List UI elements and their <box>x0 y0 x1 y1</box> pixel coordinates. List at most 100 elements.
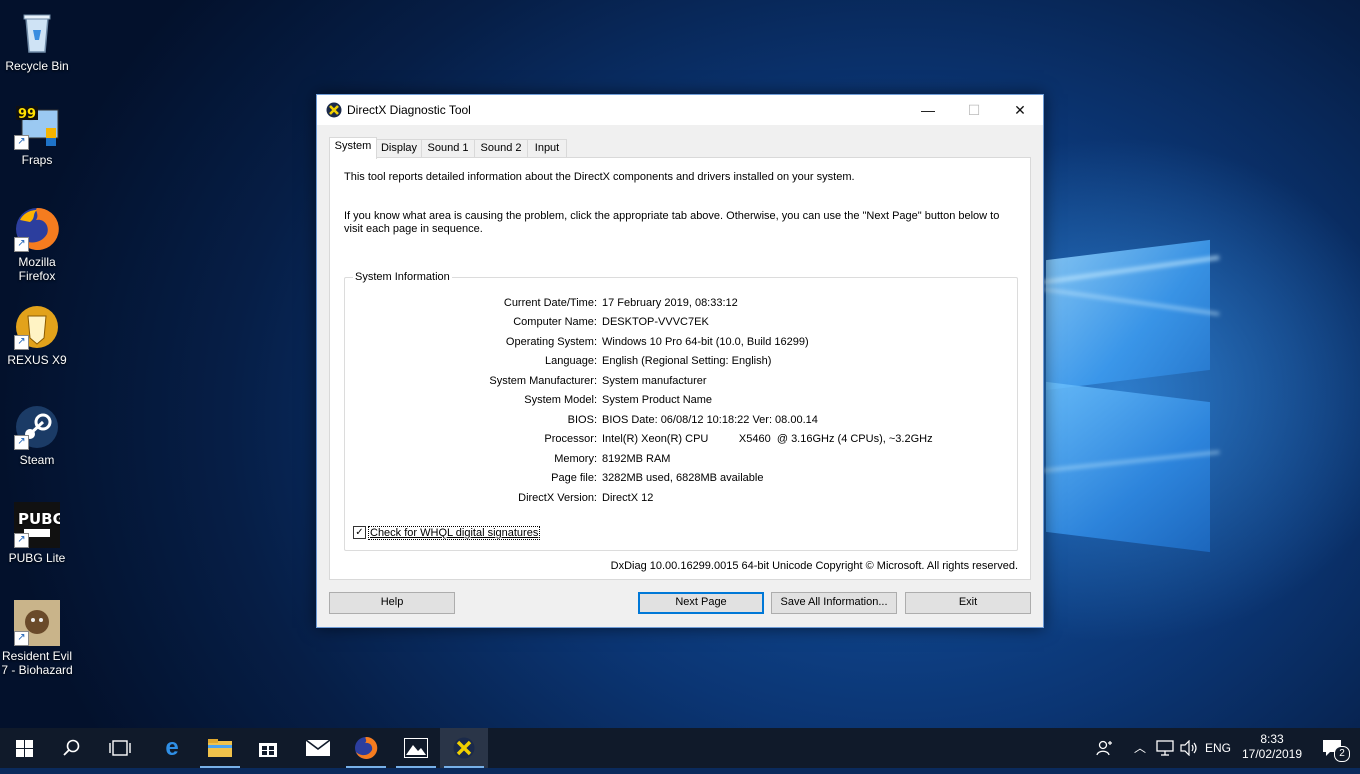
info-label: Current Date/Time: <box>503 297 597 309</box>
desktop-icon-fraps[interactable]: 99 ↗ Fraps <box>0 104 74 167</box>
search-icon <box>63 739 80 756</box>
desktop-icon-label: Mozilla Firefox <box>18 255 56 283</box>
info-row-bios: BIOS: BIOS Date: 06/08/12 10:18:22 Ver: … <box>345 414 1017 428</box>
tab-display[interactable]: Display <box>376 139 422 158</box>
tab-system[interactable]: System <box>329 137 377 159</box>
task-view-button[interactable] <box>96 728 144 768</box>
taskbar-firefox[interactable] <box>342 728 390 768</box>
minimize-button[interactable]: — <box>905 95 951 125</box>
close-button[interactable]: ✕ <box>997 95 1043 125</box>
tab-input[interactable]: Input <box>527 139 567 158</box>
info-value: Windows 10 Pro 64-bit (10.0, Build 16299… <box>602 336 809 348</box>
taskbar-dxdiag[interactable] <box>440 728 488 768</box>
search-button[interactable] <box>48 728 96 768</box>
store-icon <box>259 743 277 757</box>
start-icon <box>15 740 33 757</box>
info-row-os: Operating System: Windows 10 Pro 64-bit … <box>345 336 1017 350</box>
mail-icon <box>305 739 331 756</box>
clock-date: 17/02/2019 <box>1241 747 1303 761</box>
info-row-memory: Memory: 8192MB RAM <box>345 453 1017 467</box>
language-indicator[interactable]: ENG <box>1204 728 1232 768</box>
info-label: Memory: <box>554 453 597 465</box>
whql-checkbox-label[interactable]: Check for WHQL digital signatures <box>368 526 541 540</box>
firefox-icon: ↗ <box>14 206 60 252</box>
desktop-icon-label: Fraps <box>21 153 53 167</box>
notification-badge: 2 <box>1334 746 1350 762</box>
taskbar-store[interactable] <box>244 728 292 768</box>
desktop-icon-label: Recycle Bin <box>5 59 69 73</box>
volume-button[interactable] <box>1178 728 1200 768</box>
exit-button[interactable]: Exit <box>905 592 1031 614</box>
svg-text:PUBG: PUBG <box>18 510 60 528</box>
action-center-button[interactable]: 2 <box>1312 728 1352 768</box>
system-tab-panel: This tool reports detailed information a… <box>329 157 1031 580</box>
desktop-icon-resident-evil[interactable]: ↗ Resident Evil 7 - Biohazard <box>0 600 74 677</box>
photos-icon <box>404 738 428 758</box>
pubg-icon: PUBG ↗ <box>14 502 65 548</box>
save-all-information-button[interactable]: Save All Information... <box>771 592 897 614</box>
taskbar-file-explorer[interactable] <box>196 728 244 768</box>
info-row-datetime: Current Date/Time: 17 February 2019, 08:… <box>345 297 1017 311</box>
dxdiag-window: DirectX Diagnostic Tool — ☐ ✕ System Dis… <box>316 94 1044 628</box>
maximize-button[interactable]: ☐ <box>951 95 997 125</box>
show-hidden-icons-button[interactable]: ︿ <box>1130 728 1150 768</box>
info-row-model: System Model: System Product Name <box>345 394 1017 408</box>
next-page-button[interactable]: Next Page <box>638 592 764 614</box>
edge-icon: e <box>165 734 179 761</box>
start-button[interactable] <box>0 728 48 768</box>
network-icon <box>1156 740 1174 756</box>
taskbar-mail[interactable] <box>294 728 342 768</box>
steam-icon: ↗ <box>14 404 60 450</box>
info-label: DirectX Version: <box>518 492 597 504</box>
info-row-computer-name: Computer Name: DESKTOP-VVVC7EK <box>345 316 1017 330</box>
taskbar-photos[interactable] <box>392 728 440 768</box>
info-label: System Manufacturer: <box>489 375 597 387</box>
desktop-icon-label: Resident Evil 7 - Biohazard <box>1 649 73 677</box>
intro-text: This tool reports detailed information a… <box>344 171 855 183</box>
shortcut-arrow-icon: ↗ <box>14 533 29 548</box>
info-label: Language: <box>545 355 597 367</box>
desktop-icon-recycle-bin[interactable]: Recycle Bin <box>0 10 74 73</box>
info-label: Page file: <box>551 472 597 484</box>
clock-time: 8:33 <box>1260 732 1284 746</box>
system-information-group: System Information Current Date/Time: 17… <box>344 271 1018 551</box>
info-value: System manufacturer <box>602 375 707 387</box>
help-button[interactable]: Help <box>329 592 455 614</box>
tab-sound-1[interactable]: Sound 1 <box>421 139 475 158</box>
recycle-bin-icon <box>14 10 60 56</box>
rexus-icon: ↗ <box>14 304 60 350</box>
checkbox-check-icon[interactable]: ✓ <box>353 526 366 539</box>
shortcut-arrow-icon: ↗ <box>14 435 29 450</box>
desktop-icon-rexus[interactable]: ↗ REXUS X9 <box>0 304 74 367</box>
desktop-icon-steam[interactable]: ↗ Steam <box>0 404 74 467</box>
info-value: Intel(R) Xeon(R) CPU X5460 @ 3.16GHz (4 … <box>602 433 933 445</box>
info-label: BIOS: <box>567 414 597 426</box>
dxdiag-icon <box>453 737 475 759</box>
fraps-icon: 99 ↗ <box>14 104 60 150</box>
info-value: 8192MB RAM <box>602 453 671 465</box>
info-value: English (Regional Setting: English) <box>602 355 772 367</box>
info-value: DESKTOP-VVVC7EK <box>602 316 709 328</box>
instructions-text-line2: visit each page in sequence. <box>344 223 483 235</box>
desktop-icon-firefox[interactable]: ↗ Mozilla Firefox <box>0 206 74 283</box>
info-value: 3282MB used, 6828MB available <box>602 472 764 484</box>
info-value: System Product Name <box>602 394 713 406</box>
info-value: 17 February 2019, 08:33:12 <box>602 297 738 309</box>
taskbar-edge[interactable]: e <box>148 728 196 768</box>
network-button[interactable] <box>1154 728 1176 768</box>
title-bar[interactable]: DirectX Diagnostic Tool — ☐ ✕ <box>317 95 1043 125</box>
desktop-icon-pubg[interactable]: PUBG ↗ PUBG Lite <box>0 502 74 565</box>
chevron-up-icon: ︿ <box>1133 741 1146 755</box>
info-row-processor: Processor: Intel(R) Xeon(R) CPU X5460 @ … <box>345 433 1017 447</box>
people-button[interactable] <box>1094 728 1116 768</box>
dxdiag-icon <box>326 102 342 121</box>
info-label: Processor: <box>544 433 597 445</box>
info-value: BIOS Date: 06/08/12 10:18:22 Ver: 08.00.… <box>602 414 818 426</box>
firefox-icon <box>355 736 378 759</box>
clock[interactable]: 8:33 17/02/2019 <box>1240 728 1304 768</box>
desktop-icon-label: Steam <box>19 453 55 467</box>
info-label: System Model: <box>524 394 597 406</box>
info-value: DirectX 12 <box>602 492 654 504</box>
shortcut-arrow-icon: ↗ <box>14 135 29 150</box>
tab-sound-2[interactable]: Sound 2 <box>474 139 528 158</box>
